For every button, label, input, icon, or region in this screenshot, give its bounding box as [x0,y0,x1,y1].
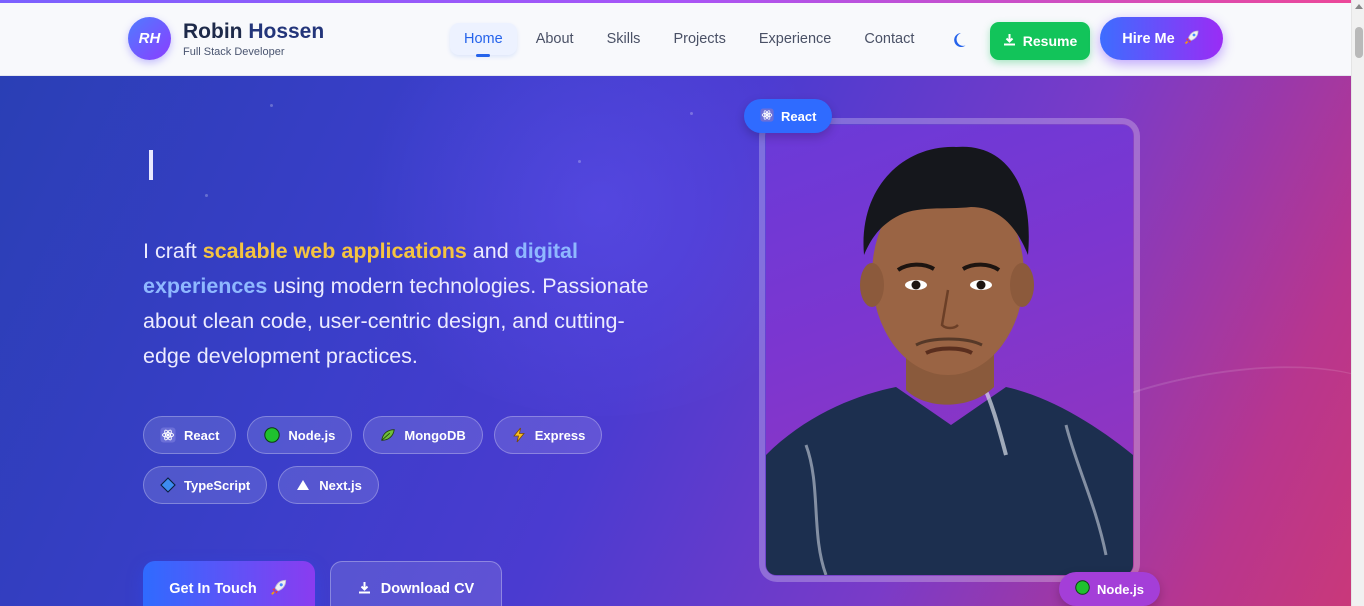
hero-section: I craft scalable web applications and di… [0,76,1351,606]
download-icon [1003,33,1016,49]
tech-chip-mongodb[interactable]: MongoDB [363,416,483,454]
nav-links: Home About Skills Projects Experience Co… [450,23,933,57]
get-in-touch-label: Get In Touch [169,581,257,597]
moon-icon[interactable] [952,30,972,50]
tech-chip-label: TypeScript [184,477,251,493]
logo-avatar[interactable]: RH [128,17,171,60]
logo-initials: RH [138,30,161,47]
download-cv-label: Download CV [380,581,475,597]
tech-chip-label: Node.js [288,427,336,443]
brand-first-name: Robin [183,20,243,43]
intro-text: and [466,239,515,263]
diamond-icon [160,477,176,493]
triangle-icon [295,477,311,493]
mongodb-leaf-icon [380,427,396,443]
page-scrollbar[interactable] [1351,0,1364,606]
floating-badge-react: React [744,99,833,133]
navbar: RH Robin Hossen Full Stack Developer Hom… [0,3,1351,76]
tech-chip-label: Express [534,427,586,443]
tech-chip-express[interactable]: Express [493,416,603,454]
nav-link-home[interactable]: Home [450,23,517,57]
intro-highlight-yellow: scalable web applications [202,239,467,263]
brand-name[interactable]: Robin Hossen [183,20,324,44]
profile-photo [766,125,1133,575]
hire-me-button[interactable]: Hire Me [1100,17,1223,60]
nodejs-icon [264,427,281,443]
top-accent-line [0,0,1351,3]
tech-chip-nextjs[interactable]: Next.js [278,466,379,504]
nav-link-skills[interactable]: Skills [593,23,655,55]
tech-chip-label: React [184,427,220,443]
download-cv-button[interactable]: Download CV [330,561,502,606]
floating-badge-label: Node.js [1097,581,1144,597]
tech-chip-label: Next.js [319,477,362,493]
get-in-touch-button[interactable]: Get In Touch [143,561,315,606]
tech-chip-typescript[interactable]: TypeScript [143,466,268,504]
resume-button-label: Resume [1022,33,1078,49]
lightning-icon [511,427,527,443]
nodejs-icon [1075,580,1090,598]
tech-chips: React Node.js MongoDB Express TypeScript [143,416,613,504]
tech-chip-nodejs[interactable]: Node.js [247,416,353,454]
hire-me-button-label: Hire Me [1122,30,1175,47]
floating-badge-label: React [781,108,817,124]
decorative-dot [205,194,208,197]
floating-badge-nodejs: Node.js [1059,572,1160,606]
intro-paragraph: I craft scalable web applications and di… [143,234,653,374]
nav-link-about[interactable]: About [522,23,588,55]
decorative-dot [578,160,581,163]
resume-button[interactable]: Resume [990,22,1090,60]
scroll-up-arrow-icon[interactable] [1355,4,1363,9]
nav-link-experience[interactable]: Experience [745,23,846,55]
nav-link-projects[interactable]: Projects [659,23,739,55]
tech-chip-react[interactable]: React [143,416,237,454]
rocket-icon [1183,28,1201,50]
nav-link-contact[interactable]: Contact [850,23,928,55]
brand-last-name: Hossen [248,20,325,43]
react-icon [160,427,176,443]
rocket-icon [269,577,289,601]
download-icon [358,581,371,598]
scrollbar-thumb[interactable] [1355,27,1363,58]
decorative-dot [690,112,693,115]
react-icon [760,107,774,125]
brand-subtitle: Full Stack Developer [183,46,285,58]
intro-text: I craft [143,239,203,263]
decorative-dot [270,104,273,107]
tech-chip-label: MongoDB [404,427,466,443]
typing-cursor [149,150,153,180]
